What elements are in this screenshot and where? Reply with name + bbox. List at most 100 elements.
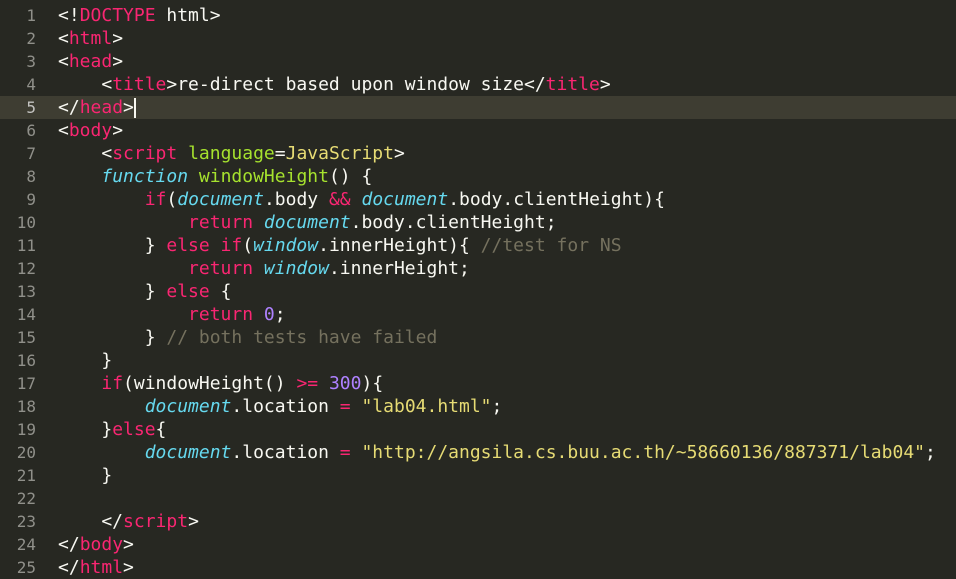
- line-number: 16: [16, 351, 36, 370]
- code-token: () {: [328, 166, 373, 187]
- code-token: }: [58, 327, 167, 348]
- code-line[interactable]: 24 </body>: [0, 533, 956, 556]
- code-line[interactable]: 7 <script language=JavaScript>: [0, 142, 956, 165]
- code-line[interactable]: 15 } // both tests have failed: [0, 326, 956, 349]
- code-token: >: [393, 143, 405, 164]
- line-number: 4: [26, 75, 36, 94]
- code-token: if: [101, 373, 124, 394]
- code-token: }: [58, 465, 113, 486]
- code-token: return: [188, 258, 254, 279]
- code-line[interactable]: 5 </head>: [0, 96, 956, 119]
- line-code: } else {: [58, 280, 232, 303]
- code-line[interactable]: 4 <title>re-direct based upon window siz…: [0, 73, 956, 96]
- code-token: html: [79, 557, 124, 578]
- code-editor[interactable]: 1 <!DOCTYPE html> 2 <html> 3 <head> 4 <title>r…: [0, 0, 956, 579]
- code-token: script: [123, 511, 189, 532]
- code-line[interactable]: 3 <head>: [0, 50, 956, 73]
- line-number: 5: [26, 98, 36, 117]
- code-token: body: [68, 120, 113, 141]
- code-line[interactable]: 20 document.location = "http://angsila.c…: [0, 441, 956, 464]
- line-code: <head>: [58, 50, 123, 73]
- code-line[interactable]: 8 function windowHeight() {: [0, 165, 956, 188]
- code-token: ;: [925, 442, 936, 463]
- code-line[interactable]: 6 <body>: [0, 119, 956, 142]
- code-line[interactable]: 22: [0, 487, 956, 510]
- code-line[interactable]: 11 } else if(window.innerHeight){ //test…: [0, 234, 956, 257]
- code-token: }: [58, 281, 167, 302]
- code-token: .innerHeight;: [328, 258, 470, 279]
- code-token: .body.clientHeight;: [350, 212, 557, 233]
- code-line[interactable]: 16 }: [0, 349, 956, 372]
- code-token: 300: [328, 373, 362, 394]
- code-token: "http://angsila.cs.buu.ac.th/~58660136/8…: [361, 442, 925, 463]
- code-token: <: [58, 74, 113, 95]
- line-code: }else{: [58, 418, 166, 441]
- code-token: (: [166, 189, 178, 210]
- text-cursor: [133, 98, 136, 118]
- code-line[interactable]: 12 return window.innerHeight;: [0, 257, 956, 280]
- line-number: 2: [26, 29, 36, 48]
- code-token: else: [112, 419, 156, 440]
- code-token: .body.clientHeight){: [448, 189, 665, 210]
- line-number: 3: [26, 52, 36, 71]
- code-token: windowHeight: [198, 166, 329, 187]
- line-code: return 0;: [58, 303, 286, 326]
- code-line[interactable]: 1 <!DOCTYPE html>: [0, 4, 956, 27]
- line-code: function windowHeight() {: [58, 165, 372, 188]
- code-line[interactable]: 13 } else {: [0, 280, 956, 303]
- line-number: 6: [26, 121, 36, 140]
- line-number: 8: [26, 167, 36, 186]
- code-line[interactable]: 23 </script>: [0, 510, 956, 533]
- code-token: =: [339, 442, 351, 463]
- code-token: document: [144, 442, 232, 463]
- code-token: </: [58, 511, 124, 532]
- code-token: language: [188, 143, 275, 164]
- code-token: >: [188, 511, 199, 532]
- code-line[interactable]: 18 document.location = "lab04.html";: [0, 395, 956, 418]
- code-token: <: [58, 120, 69, 141]
- line-number: 11: [16, 236, 36, 255]
- line-number: 7: [26, 144, 36, 163]
- code-line[interactable]: 2 <html>: [0, 27, 956, 50]
- line-code: <title>re-direct based upon window size<…: [58, 73, 610, 96]
- code-token: title: [112, 74, 167, 95]
- code-token: ){: [361, 373, 384, 394]
- line-code: } else if(window.innerHeight){ //test fo…: [58, 234, 622, 257]
- code-line[interactable]: 19 }else{: [0, 418, 956, 441]
- line-number: 13: [16, 282, 36, 301]
- line-code: return document.body.clientHeight;: [58, 211, 557, 234]
- code-token: >=: [296, 373, 319, 394]
- code-line[interactable]: 14 return 0;: [0, 303, 956, 326]
- code-token: ;: [491, 396, 503, 417]
- line-code: <body>: [58, 119, 123, 142]
- line-number: 23: [16, 512, 36, 531]
- code-token: >: [112, 51, 124, 72]
- code-token: >: [123, 557, 134, 578]
- code-line[interactable]: 17 if(windowHeight() >= 300){: [0, 372, 956, 395]
- code-token: function: [101, 166, 189, 187]
- code-token: .location: [231, 396, 340, 417]
- line-code: </html>: [58, 556, 134, 579]
- line-number: 14: [16, 305, 36, 324]
- line-code: } // both tests have failed: [58, 326, 438, 349]
- code-token: // both tests have failed: [166, 327, 438, 348]
- code-token: body: [79, 534, 124, 555]
- code-line[interactable]: 9 if(document.body && document.body.clie…: [0, 188, 956, 211]
- code-token: >: [112, 120, 124, 141]
- code-token: head: [68, 51, 113, 72]
- line-number: 12: [16, 259, 36, 278]
- code-line[interactable]: 21 }: [0, 464, 956, 487]
- code-line[interactable]: 10 return document.body.clientHeight;: [0, 211, 956, 234]
- code-token: >: [112, 28, 124, 49]
- code-line[interactable]: 25 </html>: [0, 556, 956, 579]
